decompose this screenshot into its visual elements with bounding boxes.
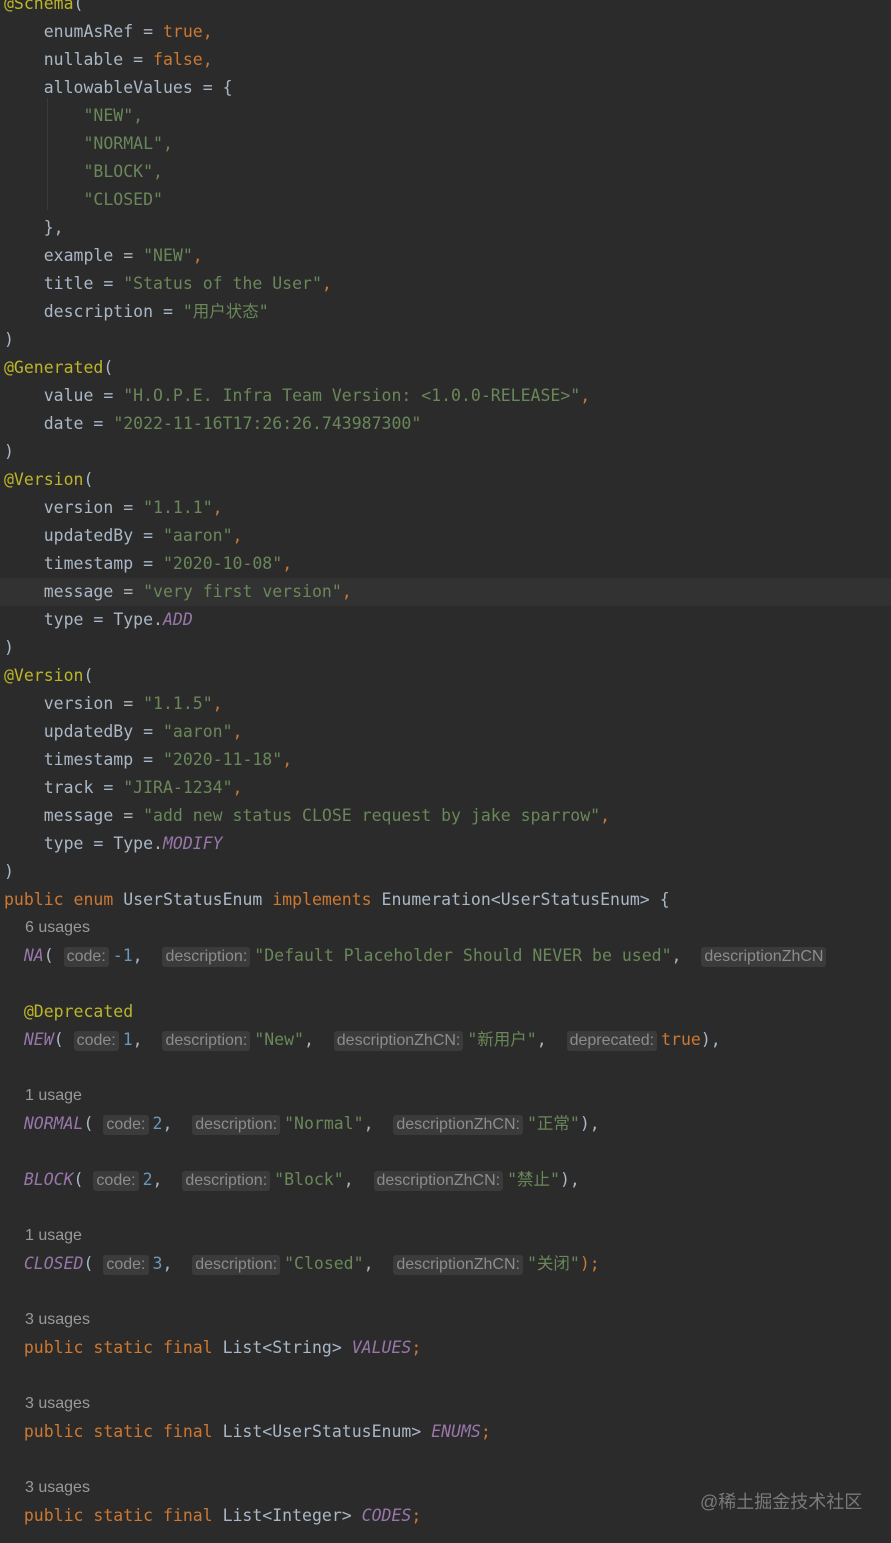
code-line[interactable]: updatedBy = "aaron", <box>0 718 891 746</box>
code-line[interactable]: description = "用户状态" <box>0 298 891 326</box>
param-hint: deprecated: <box>566 1031 658 1051</box>
code-editor[interactable]: @Schema( enumAsRef = true, nullable = fa… <box>0 0 891 1543</box>
param-hint: descriptionZhCN <box>701 947 827 967</box>
code-line[interactable]: enumAsRef = true, <box>0 18 891 46</box>
usages-hint[interactable]: 3 usages <box>25 1390 90 1418</box>
enum-declaration[interactable]: public enum UserStatusEnum implements En… <box>0 886 891 914</box>
param-hint: descriptionZhCN: <box>393 1115 523 1135</box>
code-line[interactable]: "NORMAL", <box>0 130 891 158</box>
annotation: @Generated <box>4 358 104 377</box>
annotation: @Version <box>4 470 84 489</box>
code-line[interactable]: "BLOCK", <box>0 158 891 186</box>
code-line[interactable]: @Version( <box>0 662 891 690</box>
code-line[interactable]: updatedBy = "aaron", <box>0 522 891 550</box>
usages-hint[interactable]: 1 usage <box>25 1222 82 1250</box>
code-line[interactable]: type = Type.ADD <box>0 606 891 634</box>
param-hint: description: <box>192 1255 281 1275</box>
code-line[interactable]: @Version( <box>0 466 891 494</box>
param-hint: descriptionZhCN: <box>373 1171 504 1191</box>
code-line[interactable]: allowableValues = { <box>0 74 891 102</box>
param-hint: code: <box>103 1115 149 1135</box>
code-line[interactable]: "CLOSED" <box>0 186 891 214</box>
code-line[interactable]: @Deprecated <box>0 998 891 1026</box>
code-line[interactable]: version = "1.1.1", <box>0 494 891 522</box>
param-hint: code: <box>93 1171 139 1191</box>
code-line[interactable]: version = "1.1.5", <box>0 690 891 718</box>
code-line[interactable]: ) <box>0 438 891 466</box>
code-line[interactable]: timestamp = "2020-10-08", <box>0 550 891 578</box>
enum-constant-new[interactable]: NEW( code: 1, description: "New", descript… <box>0 1026 891 1054</box>
code-line[interactable]: type = Type.MODIFY <box>0 830 891 858</box>
param-hint: description: <box>182 1171 271 1191</box>
param-hint: descriptionZhCN: <box>333 1031 464 1051</box>
annotation: @Schema <box>4 0 74 13</box>
code-line[interactable]: title = "Status of the User", <box>0 270 891 298</box>
enum-constant-na[interactable]: NA( code: -1, description: "Default Placeh… <box>0 942 891 970</box>
param-hint: code: <box>103 1255 149 1275</box>
current-line[interactable]: message = "very first version", <box>0 578 891 606</box>
code-line[interactable]: "NEW", <box>0 102 891 130</box>
enum-constant-normal[interactable]: NORMAL( code: 2, description: "Normal", de… <box>0 1110 891 1138</box>
code-line[interactable]: ) <box>0 326 891 354</box>
param-hint: code: <box>73 1031 119 1051</box>
param-hint: description: <box>162 947 251 967</box>
class-name[interactable]: UserStatusEnum <box>123 890 262 909</box>
usages-hint[interactable]: 1 usage <box>25 1082 82 1110</box>
param-hint: description: <box>192 1115 281 1135</box>
annotation: @Deprecated <box>23 1002 134 1021</box>
annotation: @Version <box>4 666 84 685</box>
param-hint: description: <box>162 1031 251 1051</box>
enum-constant-closed[interactable]: CLOSED( code: 3, description: "Closed", de… <box>0 1250 891 1278</box>
usages-hint[interactable]: 3 usages <box>25 1306 90 1334</box>
param-hint: descriptionZhCN: <box>393 1255 523 1275</box>
usages-hint[interactable]: 6 usages <box>25 914 90 942</box>
code-line[interactable]: message = "add new status CLOSE request … <box>0 802 891 830</box>
watermark: @稀土掘金技术社区 <box>700 1492 863 1512</box>
code-line[interactable]: ) <box>0 634 891 662</box>
param-hint: code: <box>63 947 109 967</box>
code-line[interactable]: @Schema( <box>0 0 891 18</box>
code-line[interactable]: track = "JIRA-1234", <box>0 774 891 802</box>
enum-constant-block[interactable]: BLOCK( code: 2, description: "Block", desc… <box>0 1166 891 1194</box>
code-line[interactable]: }, <box>0 214 891 242</box>
code-line[interactable]: timestamp = "2020-11-18", <box>0 746 891 774</box>
code-line[interactable]: date = "2022-11-16T17:26:26.743987300" <box>0 410 891 438</box>
code-line[interactable]: value = "H.O.P.E. Infra Team Version: <1… <box>0 382 891 410</box>
code-line[interactable]: ) <box>0 858 891 886</box>
code-line[interactable]: example = "NEW", <box>0 242 891 270</box>
code-line[interactable]: @Generated( <box>0 354 891 382</box>
field-values[interactable]: public static final List<String> VALUES; <box>0 1334 891 1362</box>
usages-hint[interactable]: 3 usages <box>25 1474 90 1502</box>
field-enums[interactable]: public static final List<UserStatusEnum>… <box>0 1418 891 1446</box>
code-line[interactable]: nullable = false, <box>0 46 891 74</box>
